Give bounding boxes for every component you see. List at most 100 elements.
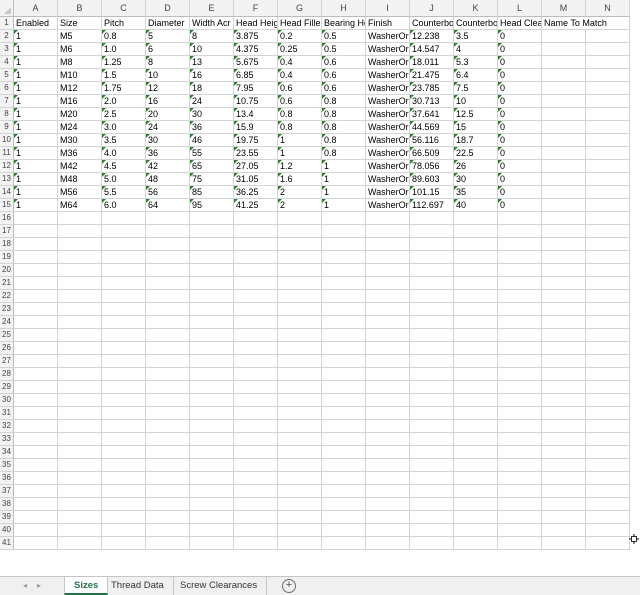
table-cell[interactable]: WasherOr [366, 108, 410, 121]
empty-cell[interactable] [234, 316, 278, 329]
table-cell[interactable]: M10 [58, 69, 102, 82]
empty-cell[interactable] [410, 511, 454, 524]
empty-cell[interactable] [146, 394, 190, 407]
empty-cell[interactable] [14, 238, 58, 251]
empty-cell[interactable] [454, 420, 498, 433]
empty-cell[interactable] [542, 225, 586, 238]
table-cell[interactable] [586, 160, 630, 173]
empty-cell[interactable] [498, 485, 542, 498]
empty-cell[interactable] [234, 342, 278, 355]
table-cell[interactable]: M5 [58, 30, 102, 43]
empty-cell[interactable] [454, 524, 498, 537]
empty-cell[interactable] [190, 381, 234, 394]
table-cell[interactable]: 6.85 [234, 69, 278, 82]
table-cell[interactable]: WasherOr [366, 121, 410, 134]
empty-cell[interactable] [410, 290, 454, 303]
row-header-17[interactable]: 17 [0, 225, 14, 238]
empty-cell[interactable] [454, 212, 498, 225]
empty-cell[interactable] [322, 316, 366, 329]
empty-cell[interactable] [278, 238, 322, 251]
empty-cell[interactable] [278, 498, 322, 511]
empty-cell[interactable] [102, 264, 146, 277]
table-cell[interactable]: 1 [278, 134, 322, 147]
tab-scroll-left-icon[interactable]: ◂ [18, 579, 32, 593]
table-cell[interactable]: WasherOr [366, 43, 410, 56]
empty-cell[interactable] [322, 329, 366, 342]
table-cell[interactable]: 44.569 [410, 121, 454, 134]
empty-cell[interactable] [454, 472, 498, 485]
empty-cell[interactable] [410, 446, 454, 459]
empty-cell[interactable] [14, 524, 58, 537]
table-cell[interactable]: WasherOr [366, 147, 410, 160]
empty-cell[interactable] [102, 290, 146, 303]
table-cell[interactable] [542, 43, 586, 56]
table-cell[interactable]: 2.5 [102, 108, 146, 121]
tab-thread-data[interactable]: Thread Data [102, 577, 174, 595]
empty-cell[interactable] [366, 316, 410, 329]
empty-cell[interactable] [234, 329, 278, 342]
empty-cell[interactable] [366, 407, 410, 420]
empty-cell[interactable] [322, 511, 366, 524]
empty-cell[interactable] [542, 420, 586, 433]
empty-cell[interactable] [454, 433, 498, 446]
empty-cell[interactable] [58, 303, 102, 316]
empty-cell[interactable] [366, 394, 410, 407]
empty-cell[interactable] [278, 433, 322, 446]
empty-cell[interactable] [146, 407, 190, 420]
empty-cell[interactable] [454, 225, 498, 238]
empty-cell[interactable] [234, 355, 278, 368]
table-cell[interactable]: 75 [190, 173, 234, 186]
table-cell[interactable]: 1.75 [102, 82, 146, 95]
empty-cell[interactable] [234, 498, 278, 511]
column-header-n[interactable]: N [586, 0, 630, 17]
table-cell[interactable]: 16 [146, 95, 190, 108]
table-cell[interactable]: M48 [58, 173, 102, 186]
empty-cell[interactable] [102, 511, 146, 524]
empty-cell[interactable] [498, 290, 542, 303]
empty-cell[interactable] [234, 511, 278, 524]
empty-cell[interactable] [234, 394, 278, 407]
empty-cell[interactable] [322, 537, 366, 550]
row-header-2[interactable]: 2 [0, 30, 14, 43]
header-cell[interactable]: Enabled [14, 17, 58, 30]
empty-cell[interactable] [586, 446, 630, 459]
table-cell[interactable]: M24 [58, 121, 102, 134]
table-cell[interactable]: 1 [278, 147, 322, 160]
empty-cell[interactable] [14, 472, 58, 485]
header-cell[interactable] [586, 17, 630, 30]
empty-cell[interactable] [58, 238, 102, 251]
table-cell[interactable]: 0.2 [278, 30, 322, 43]
empty-cell[interactable] [146, 511, 190, 524]
empty-cell[interactable] [146, 329, 190, 342]
table-cell[interactable]: 1 [14, 56, 58, 69]
empty-cell[interactable] [146, 524, 190, 537]
empty-cell[interactable] [146, 355, 190, 368]
column-header-g[interactable]: G [278, 0, 322, 17]
row-header-30[interactable]: 30 [0, 394, 14, 407]
empty-cell[interactable] [366, 368, 410, 381]
empty-cell[interactable] [234, 485, 278, 498]
table-cell[interactable] [586, 108, 630, 121]
table-cell[interactable]: 112.697 [410, 199, 454, 212]
empty-cell[interactable] [102, 420, 146, 433]
empty-cell[interactable] [366, 524, 410, 537]
empty-cell[interactable] [586, 277, 630, 290]
table-cell[interactable]: WasherOr [366, 30, 410, 43]
table-cell[interactable]: 18.011 [410, 56, 454, 69]
empty-cell[interactable] [498, 225, 542, 238]
row-header-41[interactable]: 41 [0, 537, 14, 550]
empty-cell[interactable] [586, 433, 630, 446]
empty-cell[interactable] [146, 316, 190, 329]
row-header-39[interactable]: 39 [0, 511, 14, 524]
empty-cell[interactable] [190, 420, 234, 433]
column-header-d[interactable]: D [146, 0, 190, 17]
empty-cell[interactable] [366, 511, 410, 524]
row-header-15[interactable]: 15 [0, 199, 14, 212]
empty-cell[interactable] [586, 329, 630, 342]
empty-cell[interactable] [322, 407, 366, 420]
empty-cell[interactable] [322, 225, 366, 238]
table-cell[interactable] [542, 199, 586, 212]
empty-cell[interactable] [586, 498, 630, 511]
empty-cell[interactable] [102, 316, 146, 329]
empty-cell[interactable] [322, 472, 366, 485]
